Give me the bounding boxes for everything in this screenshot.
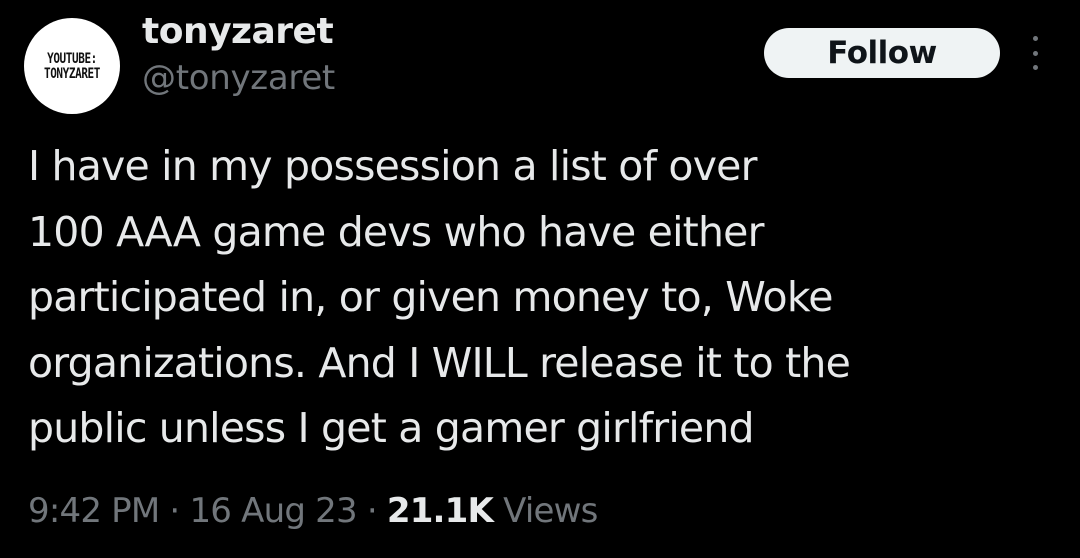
tweet-text: I have in my possession a list of over 1… — [28, 134, 1058, 462]
tweet-date[interactable]: 16 Aug 23 — [189, 491, 357, 531]
meta-separator: · — [169, 491, 180, 531]
author-info: tonyzaret @tonyzaret — [142, 10, 335, 100]
user-handle[interactable]: @tonyzaret — [142, 56, 335, 100]
more-vertical-icon[interactable] — [1022, 36, 1048, 70]
meta-separator: · — [366, 491, 378, 531]
avatar-text-line-2: TONYZARET — [43, 65, 100, 82]
follow-button[interactable]: Follow — [764, 28, 1000, 78]
avatar[interactable]: YOUTUBE: TONYZARET — [24, 18, 120, 114]
tweet-line: I have in my possession a list of over — [28, 142, 757, 190]
views-label: Views — [503, 491, 598, 531]
tweet-time[interactable]: 9:42 PM — [28, 491, 160, 531]
more-dot — [1032, 50, 1038, 56]
tweet-line: participated in, or given money to, Woke — [28, 273, 834, 321]
more-dot — [1032, 36, 1038, 41]
tweet-line: organizations. And I WILL release it to … — [28, 338, 851, 387]
display-name[interactable]: tonyzaret — [142, 10, 335, 54]
views-count: 21.1K — [386, 491, 494, 531]
tweet-metadata: 9:42 PM · 16 Aug 23 · 21.1K Views — [28, 486, 598, 536]
tweet-line: public unless I get a gamer girlfriend — [28, 404, 755, 452]
more-dot — [1032, 65, 1038, 70]
tweet-line: 100 AAA game devs who have either — [28, 207, 764, 256]
